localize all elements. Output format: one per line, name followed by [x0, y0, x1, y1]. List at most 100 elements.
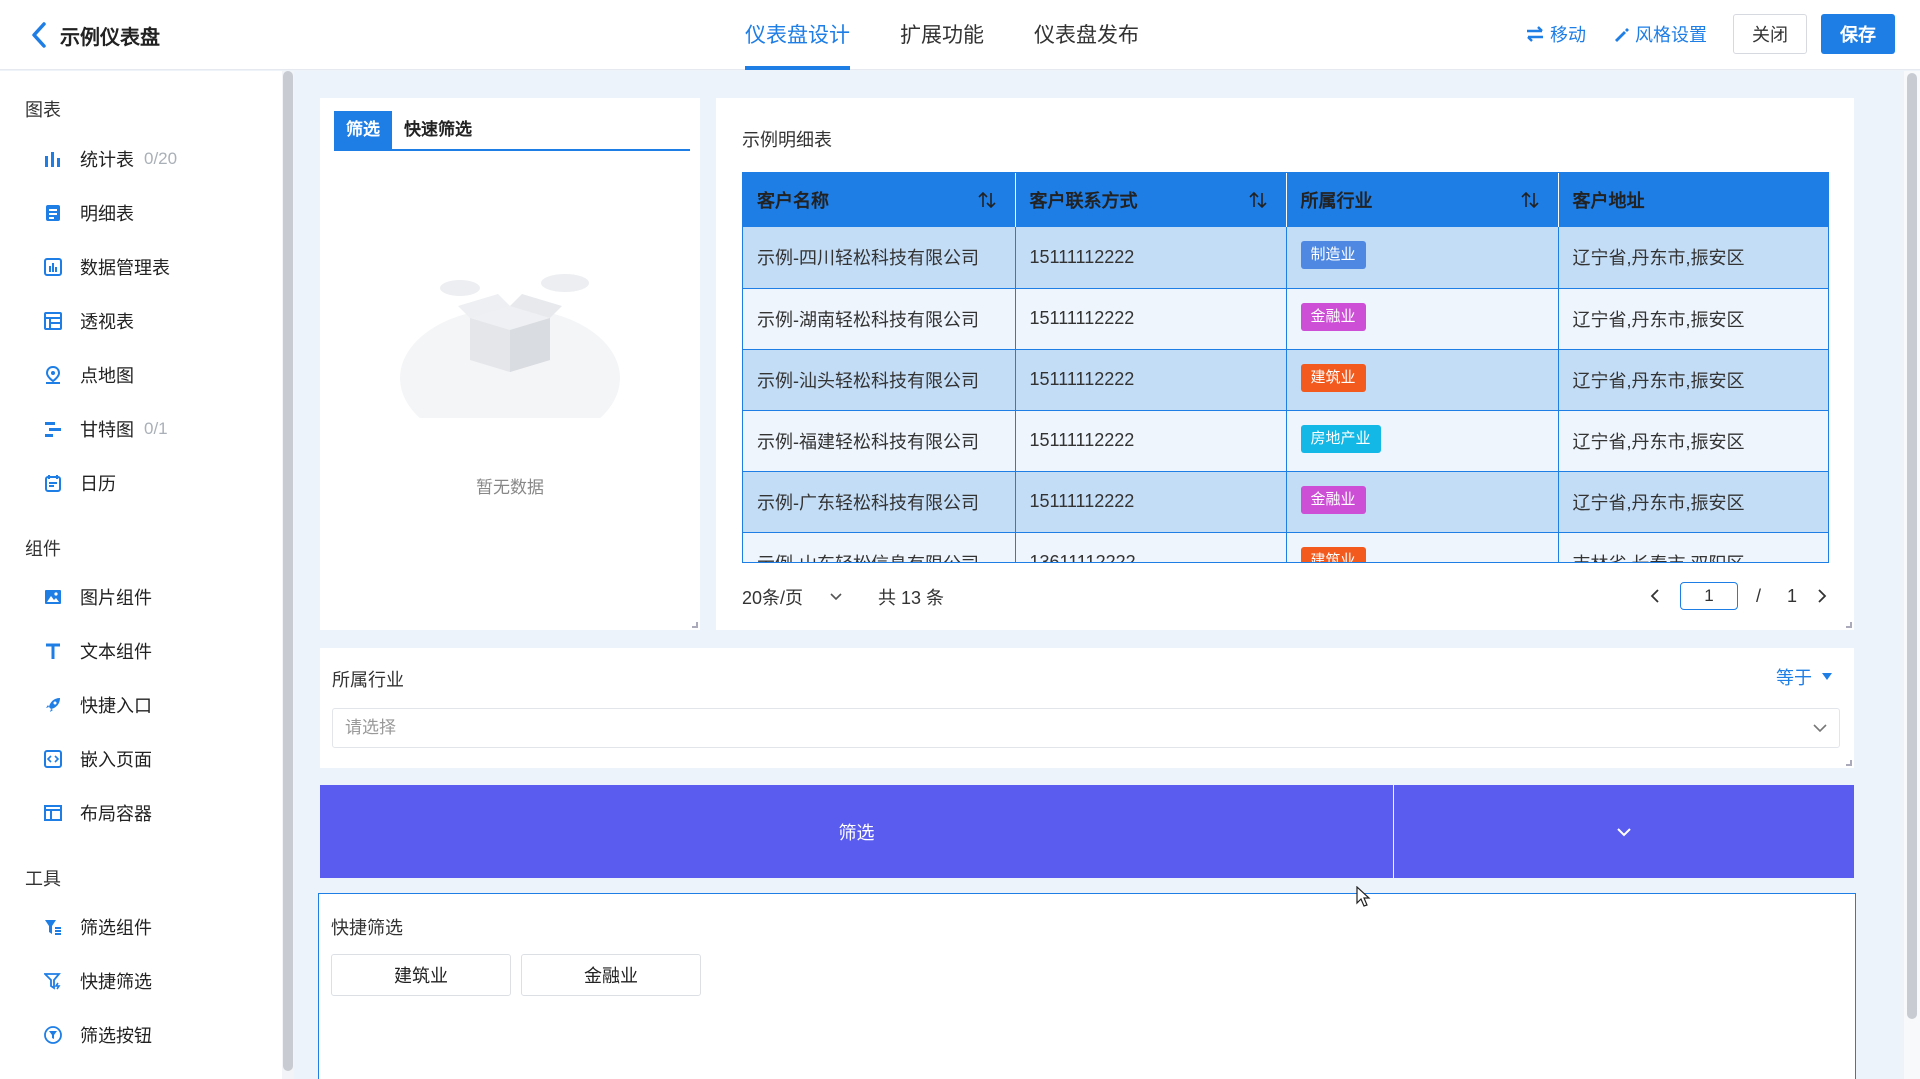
- sidebar-item-embed-page[interactable]: 嵌入页面: [42, 744, 152, 774]
- address-cell: 辽宁省,丹东市,振安区: [1558, 227, 1828, 289]
- back-button[interactable]: 示例仪表盘: [30, 18, 160, 52]
- style-settings-button[interactable]: 风格设置: [1612, 21, 1707, 47]
- tab-filter[interactable]: 筛选: [334, 111, 392, 149]
- tab-dashboard-design[interactable]: 仪表盘设计: [745, 0, 850, 70]
- close-button[interactable]: 关闭: [1733, 14, 1807, 54]
- column-header-customer-name[interactable]: 客户名称: [743, 173, 1016, 227]
- operator-select[interactable]: 等于: [1776, 664, 1832, 690]
- industry-tag: 建筑业: [1300, 546, 1366, 562]
- move-label: 移动: [1550, 25, 1586, 45]
- map-pin-icon: [42, 364, 64, 386]
- quick-filter-option[interactable]: 建筑业: [331, 954, 511, 996]
- sidebar-item-quick-filter[interactable]: 快捷筛选: [42, 966, 152, 996]
- sidebar-item-filter-button[interactable]: 筛选按钮: [42, 1020, 152, 1050]
- table-row[interactable]: 示例-广东轻松科技有限公司 15111112222 金融业 辽宁省,丹东市,振安区: [743, 471, 1828, 533]
- dashboard-title: 示例仪表盘: [60, 26, 160, 49]
- column-header-address[interactable]: 客户地址: [1558, 173, 1828, 227]
- calendar-icon: [42, 472, 64, 494]
- sidebar-item-label: 快捷入口: [80, 696, 152, 716]
- column-header-contact[interactable]: 客户联系方式: [1015, 173, 1287, 227]
- address-cell: 辽宁省,丹东市,振安区: [1558, 288, 1828, 350]
- brush-icon: [1615, 28, 1629, 42]
- table-row[interactable]: 示例-福建轻松科技有限公司 15111112222 房地产业 辽宁省,丹东市,振安区: [743, 410, 1828, 472]
- page-size-value: 20条/页: [742, 588, 804, 608]
- tab-extensions[interactable]: 扩展功能: [900, 0, 984, 70]
- resize-handle[interactable]: [692, 622, 698, 628]
- detail-table: 客户名称 客户联系方式 所属行业 客户地址 示例-四川轻松科技有限公司 15111…: [742, 172, 1829, 563]
- table-row[interactable]: 示例-四川轻松科技有限公司 15111112222 制造业 辽宁省,丹东市,振安区: [743, 227, 1828, 289]
- sidebar-item-label: 明细表: [80, 204, 134, 224]
- industry-cell: 房地产业: [1286, 410, 1559, 472]
- next-page-icon[interactable]: [1815, 588, 1829, 604]
- sidebar-item-pivot-table[interactable]: 透视表: [42, 306, 134, 336]
- tab-dashboard-publish[interactable]: 仪表盘发布: [1034, 0, 1139, 70]
- contact-cell: 13611112222: [1015, 532, 1287, 562]
- quick-filter-title: 快捷筛选: [331, 918, 403, 938]
- sidebar-item-text[interactable]: 文本组件: [42, 636, 152, 666]
- page-nav: 1 / 1: [1648, 576, 1829, 616]
- sidebar-item-filter-component[interactable]: 筛选组件: [42, 912, 152, 942]
- text-icon: [42, 640, 64, 662]
- filter-icon: [42, 916, 64, 938]
- filter-dropdown-button[interactable]: [1394, 785, 1854, 878]
- sidebar-item-gantt[interactable]: 甘特图 0/1: [42, 414, 168, 444]
- sidebar-item-stat-table[interactable]: 统计表 0/20: [42, 144, 177, 174]
- contact-cell: 15111112222: [1015, 471, 1287, 533]
- filter-tabs-card[interactable]: 筛选 快速筛选 暂无数据: [320, 98, 700, 630]
- table-row[interactable]: 示例-汕头轻松科技有限公司 15111112222 建筑业 辽宁省,丹东市,振安区: [743, 349, 1828, 411]
- customer-name-cell: 示例-山东轻松信息有限公司: [743, 532, 1016, 562]
- sidebar-item-quick-entry[interactable]: 快捷入口: [42, 690, 152, 720]
- tab-quick-filter[interactable]: 快速筛选: [392, 111, 484, 149]
- empty-state-text: 暂无数据: [476, 478, 544, 497]
- sort-icon[interactable]: [1520, 190, 1540, 210]
- contact-cell: 15111112222: [1015, 349, 1287, 411]
- section-title-components: 组件: [25, 539, 61, 559]
- page-scrollbar[interactable]: [1904, 71, 1920, 1079]
- table-row[interactable]: 示例-湖南轻松科技有限公司 15111112222 金融业 辽宁省,丹东市,振安区: [743, 288, 1828, 350]
- customer-name-cell: 示例-汕头轻松科技有限公司: [743, 349, 1016, 411]
- industry-filter-card[interactable]: 所属行业 等于 请选择: [320, 648, 1854, 768]
- resize-handle[interactable]: [1846, 622, 1852, 628]
- sidebar-item-point-map[interactable]: 点地图: [42, 360, 134, 390]
- sidebar-item-image[interactable]: 图片组件: [42, 582, 152, 612]
- prev-page-icon[interactable]: [1648, 588, 1662, 604]
- customer-name-cell: 示例-广东轻松科技有限公司: [743, 471, 1016, 533]
- sidebar-item-label: 统计表: [80, 150, 134, 170]
- sidebar-item-detail-table[interactable]: 明细表: [42, 198, 134, 228]
- page-size-select[interactable]: 20条/页: [742, 584, 843, 610]
- sort-icon[interactable]: [977, 190, 997, 210]
- sidebar-item-calendar[interactable]: 日历: [42, 468, 116, 498]
- industry-tag: 制造业: [1300, 241, 1366, 269]
- usage-count: 0/20: [144, 149, 178, 168]
- resize-handle[interactable]: [1846, 760, 1852, 766]
- detail-table-card[interactable]: 示例明细表 客户名称 客户联系方式 所属行业 客户地址 示例-四川轻松科技有限公…: [716, 98, 1854, 630]
- move-button[interactable]: 移动: [1525, 21, 1586, 47]
- sidebar-item-label: 文本组件: [80, 642, 152, 662]
- contact-cell: 15111112222: [1015, 227, 1287, 289]
- customer-name-cell: 示例-福建轻松科技有限公司: [743, 410, 1016, 472]
- section-title-charts: 图表: [25, 100, 61, 120]
- chevron-down-icon: [830, 593, 842, 601]
- sidebar-item-layout-container[interactable]: 布局容器: [42, 798, 152, 828]
- detail-table-title: 示例明细表: [742, 130, 832, 150]
- sidebar-scrollbar[interactable]: [282, 71, 294, 1079]
- quick-filter-option[interactable]: 金融业: [521, 954, 701, 996]
- sort-icon[interactable]: [1248, 190, 1268, 210]
- filter-button[interactable]: 筛选: [320, 785, 1393, 878]
- top-header: 示例仪表盘 仪表盘设计 扩展功能 仪表盘发布 移动 风格设置 关闭 保存: [0, 0, 1920, 70]
- page-number-input[interactable]: 1: [1679, 582, 1738, 610]
- industry-tag: 金融业: [1300, 302, 1366, 331]
- industry-select[interactable]: 请选择: [332, 708, 1840, 748]
- contact-cell: 15111112222: [1015, 288, 1287, 350]
- table-row[interactable]: 示例-山东轻松信息有限公司13611112222 建筑业 吉林省,长春市,双阳区: [743, 532, 1828, 562]
- rocket-icon: [42, 694, 64, 716]
- mouse-cursor-icon: [1356, 886, 1371, 907]
- page-scrollbar-thumb[interactable]: [1907, 73, 1917, 1019]
- column-header-industry[interactable]: 所属行业: [1286, 173, 1559, 227]
- sidebar-item-data-manage[interactable]: 数据管理表: [42, 252, 170, 282]
- quick-filter-card[interactable]: 快捷筛选 建筑业 金融业: [318, 893, 1856, 1079]
- save-button[interactable]: 保存: [1821, 14, 1895, 54]
- filter-tabs: 筛选 快速筛选: [334, 111, 690, 151]
- operator-value: 等于: [1776, 668, 1812, 688]
- sidebar-scrollbar-thumb[interactable]: [283, 71, 293, 1071]
